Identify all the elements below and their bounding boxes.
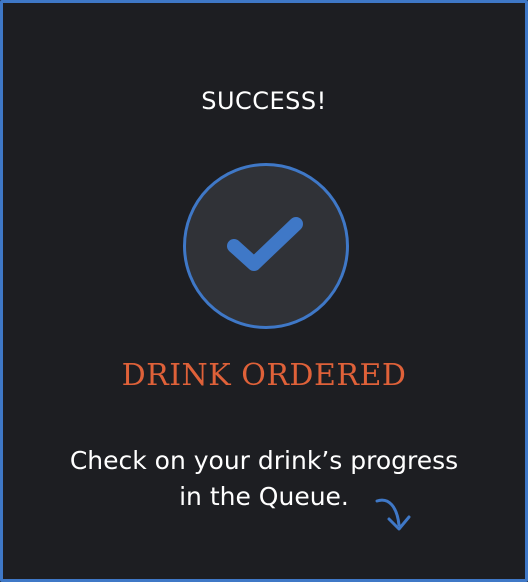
success-dialog: SUCCESS! DRINK ORDERED Check on your dri…	[0, 0, 528, 582]
order-status-headline: DRINK ORDERED	[121, 358, 407, 393]
message-line-2: in the Queue.	[179, 482, 349, 511]
dialog-title: SUCCESS!	[201, 87, 327, 115]
success-badge	[183, 163, 349, 329]
message-line-1: Check on your drink’s progress	[69, 446, 459, 475]
curved-arrow-down-icon	[375, 498, 411, 531]
queue-message: Check on your drink’s progress in the Qu…	[3, 443, 525, 515]
checkmark-icon	[227, 217, 303, 271]
